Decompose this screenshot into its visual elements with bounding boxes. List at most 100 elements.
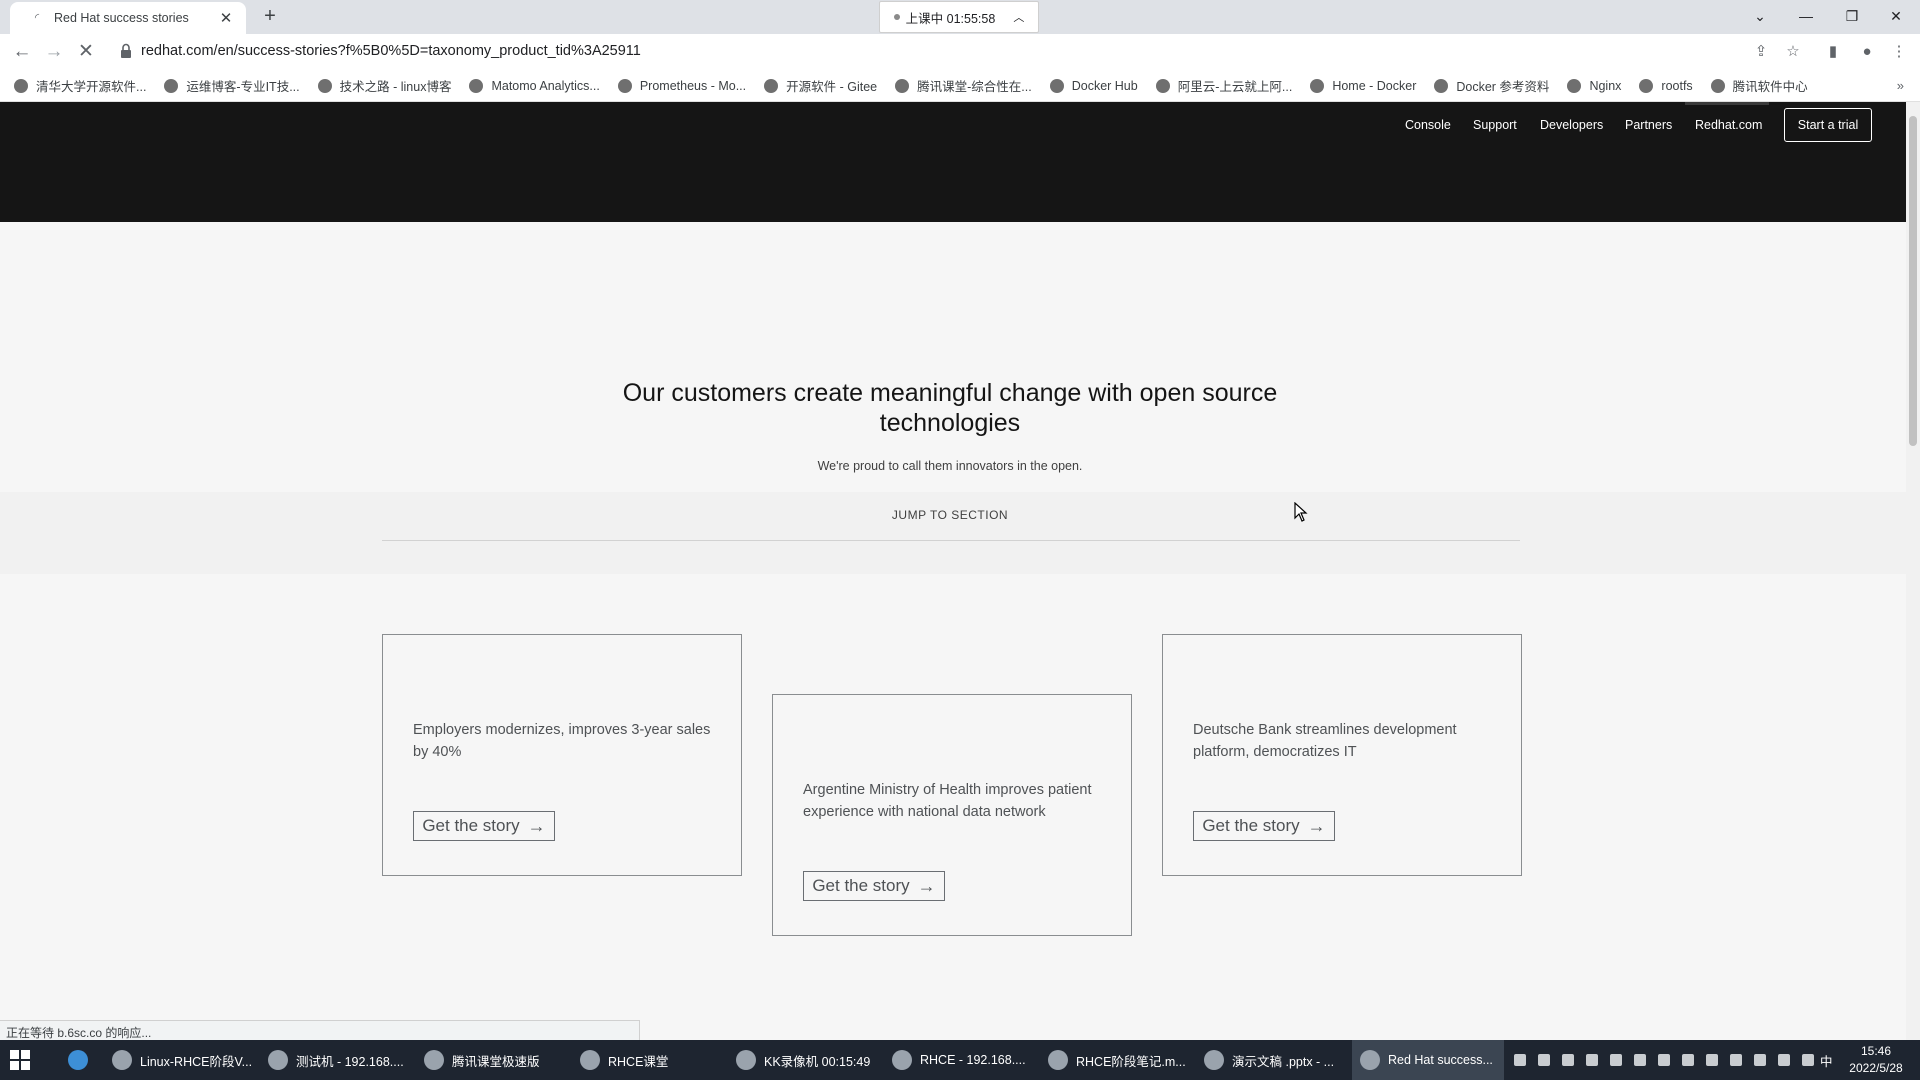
bookmark-item[interactable]: 腾讯软件中心 <box>1710 76 1808 95</box>
new-tab-button[interactable]: + <box>258 6 282 28</box>
taskbar-app[interactable]: RHCE阶段笔记.m... <box>1040 1040 1192 1080</box>
app-icon <box>424 1050 444 1070</box>
star-icon[interactable]: ☆ <box>1782 42 1804 62</box>
nav-link-support[interactable]: Support <box>1473 118 1517 132</box>
tray-volume-icon[interactable] <box>1802 1054 1814 1066</box>
clock-time: 15:46 <box>1860 1044 1892 1058</box>
tray-app-icon[interactable] <box>1682 1054 1694 1066</box>
app-icon <box>1204 1050 1224 1070</box>
browser-toolbar: ← → ✕ redhat.com/en/success-stories?f%5B… <box>0 34 1920 70</box>
tab-close-icon[interactable]: ✕ <box>218 9 234 27</box>
bookmark-item[interactable]: Matomo Analytics... <box>469 78 600 93</box>
taskbar-app[interactable]: KK录像机 00:15:49 <box>728 1040 880 1080</box>
get-story-label: Get the story <box>812 876 910 895</box>
minimize-icon[interactable]: — <box>1786 4 1826 28</box>
nav-link-partners[interactable]: Partners <box>1625 118 1672 132</box>
tray-app-icon[interactable] <box>1586 1054 1598 1066</box>
bookmark-item[interactable]: Nginx <box>1567 78 1621 93</box>
bookmark-favicon-icon <box>1310 78 1325 93</box>
divider <box>382 540 1520 541</box>
class-timer-pill[interactable]: 上课中 01:55:58 ︿ <box>879 1 1039 33</box>
stop-loading-icon[interactable]: ✕ <box>74 41 98 63</box>
taskbar-app[interactable]: 测试机 - 192.168.... <box>260 1040 412 1080</box>
bookmark-item[interactable]: 腾讯课堂-综合性在... <box>895 76 1032 95</box>
tray-app-icon[interactable] <box>1562 1054 1574 1066</box>
get-story-label: Get the story <box>1202 816 1300 835</box>
bookmark-favicon-icon <box>469 78 484 93</box>
address-bar-url[interactable]: redhat.com/en/success-stories?f%5B0%5D=t… <box>141 43 641 59</box>
mouse-cursor-icon <box>1294 502 1308 522</box>
taskbar-app[interactable]: 演示文稿 .pptx - ... <box>1196 1040 1348 1080</box>
nav-link-console[interactable]: Console <box>1405 118 1451 132</box>
tab-search-chevron-icon[interactable]: ⌄ <box>1740 4 1780 28</box>
tray-expand-icon[interactable] <box>1706 1054 1718 1066</box>
scrollbar-thumb[interactable] <box>1909 116 1917 446</box>
tray-app-icon[interactable] <box>1610 1054 1622 1066</box>
bookmark-favicon-icon <box>1639 78 1654 93</box>
bookmark-item[interactable]: Docker Hub <box>1049 78 1138 93</box>
taskbar-clock[interactable]: 15:46 2022/5/28 <box>1836 1043 1916 1077</box>
chevron-up-icon[interactable]: ︿ <box>1013 9 1024 25</box>
page-scrollbar[interactable] <box>1906 102 1920 1040</box>
window-close-icon[interactable]: ✕ <box>1876 4 1916 28</box>
bookmarks-overflow-icon[interactable]: » <box>1897 78 1904 93</box>
windows-start-icon[interactable] <box>10 1050 30 1070</box>
get-story-label: Get the story <box>422 816 520 835</box>
bookmark-favicon-icon <box>164 78 179 93</box>
tray-network-icon[interactable] <box>1778 1054 1790 1066</box>
restore-icon[interactable]: ❐ <box>1832 4 1872 28</box>
sidepanel-icon[interactable]: ▮ <box>1822 42 1844 62</box>
app-icon <box>112 1050 132 1070</box>
bookmark-item[interactable]: Prometheus - Mo... <box>617 78 746 93</box>
taskbar-app[interactable]: RHCE - 192.168.... <box>884 1040 1036 1080</box>
start-trial-button[interactable]: Start a trial <box>1784 108 1872 142</box>
app-icon <box>892 1050 912 1070</box>
bookmark-item[interactable]: 阿里云-上云就上阿... <box>1155 76 1292 95</box>
tray-chat-icon[interactable] <box>1514 1054 1526 1066</box>
share-icon[interactable]: ⇪ <box>1750 42 1772 62</box>
bookmark-item[interactable]: 开源软件 - Gitee <box>764 76 877 95</box>
jump-to-section-band <box>0 492 1906 574</box>
story-card-text: Employers modernizes, improves 3-year sa… <box>413 722 711 760</box>
ie-browser-icon[interactable] <box>58 1040 98 1080</box>
app-icon <box>268 1050 288 1070</box>
app-icon <box>1048 1050 1068 1070</box>
bookmark-item[interactable]: Docker 参考资料 <box>1434 76 1549 95</box>
taskbar-app-active[interactable]: Red Hat success... <box>1352 1040 1504 1080</box>
arrow-right-icon: → <box>527 815 546 836</box>
profile-icon[interactable]: ● <box>1856 42 1878 62</box>
clock-date: 2022/5/28 <box>1849 1061 1903 1075</box>
bookmark-item[interactable]: Home - Docker <box>1310 78 1416 93</box>
windows-taskbar: Linux-RHCE阶段V... 测试机 - 192.168.... 腾讯课堂极… <box>0 1040 1920 1080</box>
bookmark-item[interactable]: 清华大学开源软件... <box>14 76 146 95</box>
nav-link-redhat[interactable]: Redhat.com <box>1695 118 1762 132</box>
tray-app-icon[interactable] <box>1658 1054 1670 1066</box>
class-timer-text: 上课中 01:55:58 <box>905 11 996 26</box>
tray-app-icon[interactable] <box>1634 1054 1646 1066</box>
taskbar-app[interactable]: RHCE课堂 <box>572 1040 724 1080</box>
forward-arrow-icon[interactable]: → <box>42 41 66 63</box>
jump-to-section-toggle[interactable]: JUMP TO SECTION <box>560 508 1340 522</box>
browser-tabstrip: ◜ Red Hat success stories ✕ + 上课中 01:55:… <box>0 0 1920 34</box>
nav-link-developers[interactable]: Developers <box>1540 118 1603 132</box>
kebab-menu-icon[interactable]: ⋮ <box>1888 42 1910 62</box>
tray-usb-icon[interactable] <box>1730 1054 1742 1066</box>
browser-tab-active[interactable]: ◜ Red Hat success stories ✕ <box>10 2 246 34</box>
ime-indicator[interactable]: 中 <box>1820 1040 1836 1080</box>
get-story-button[interactable]: Get the story → <box>803 871 945 901</box>
arrow-right-icon: → <box>1307 815 1326 836</box>
hero-subtitle: We're proud to call them innovators in t… <box>817 459 1083 473</box>
get-story-button[interactable]: Get the story → <box>413 811 555 841</box>
story-card-text: Deutsche Bank streamlines development pl… <box>1193 722 1457 760</box>
loading-favicon-icon: ◜ <box>34 12 40 24</box>
bookmark-favicon-icon <box>617 78 632 93</box>
bookmark-item[interactable]: rootfs <box>1639 78 1693 93</box>
taskbar-app[interactable]: Linux-RHCE阶段V... <box>104 1040 256 1080</box>
bookmark-item[interactable]: 运维博客-专业IT技... <box>164 76 300 95</box>
tray-mic-icon[interactable] <box>1754 1054 1766 1066</box>
bookmark-item[interactable]: 技术之路 - linux博客 <box>317 76 451 95</box>
get-story-button[interactable]: Get the story → <box>1193 811 1335 841</box>
tray-wechat-icon[interactable] <box>1538 1054 1550 1066</box>
taskbar-app[interactable]: 腾讯课堂极速版 <box>416 1040 568 1080</box>
back-arrow-icon[interactable]: ← <box>10 41 34 63</box>
